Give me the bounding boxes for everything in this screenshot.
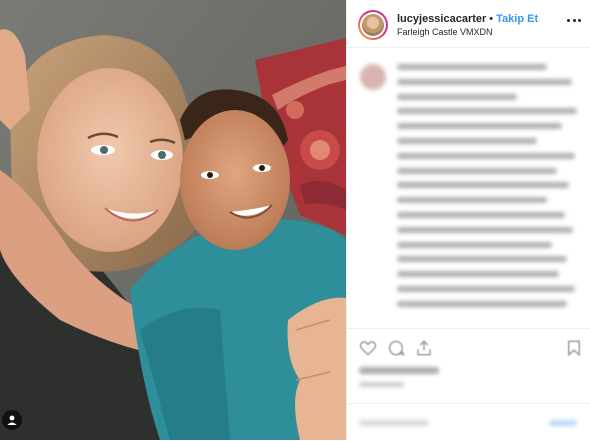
caption-line <box>397 226 573 233</box>
instagram-post-embed: lucyjessicacarter • Takip Et Farleigh Cast… <box>0 0 590 440</box>
author-avatar[interactable] <box>358 10 388 40</box>
author-line: lucyjessicacarter • Takip Et <box>397 13 538 25</box>
post-actions <box>347 328 590 440</box>
caption-line <box>397 78 572 85</box>
caption-line <box>397 152 575 159</box>
caption-line <box>397 300 567 307</box>
add-comment-row <box>347 403 590 441</box>
photo-illustration <box>0 0 346 440</box>
post-location[interactable]: Farleigh Castle VMXDN <box>397 27 493 37</box>
post-header: lucyjessicacarter • Takip Et Farleigh Cast… <box>347 0 590 48</box>
caption-line <box>397 123 562 130</box>
heart-icon[interactable] <box>359 339 377 357</box>
caption-line <box>397 271 559 278</box>
caption-avatar <box>360 64 386 90</box>
caption-line <box>397 211 565 218</box>
user-tag-button[interactable] <box>2 410 22 430</box>
share-icon[interactable] <box>415 339 433 357</box>
caption-line <box>397 285 575 292</box>
post-comment-button-blurred[interactable] <box>549 420 577 426</box>
follow-button[interactable]: Takip Et <box>496 13 538 25</box>
caption-line <box>397 93 517 100</box>
author-username[interactable]: lucyjessicacarter <box>397 13 486 25</box>
caption-blurred <box>347 56 590 326</box>
likes-count-blurred <box>359 367 439 374</box>
caption-line <box>397 197 547 204</box>
post-date-blurred <box>359 382 404 387</box>
bookmark-icon[interactable] <box>565 339 583 357</box>
separator-dot: • <box>489 13 494 25</box>
caption-line <box>397 182 569 189</box>
comment-input-blurred[interactable] <box>359 420 429 426</box>
caption-line <box>397 167 557 174</box>
post-photo[interactable] <box>0 0 346 440</box>
user-tag-icon <box>7 415 17 425</box>
more-options-icon[interactable] <box>567 17 581 23</box>
caption-line <box>397 64 547 70</box>
caption-line <box>397 241 552 248</box>
caption-line <box>397 137 537 144</box>
caption-text-blurred <box>397 64 582 316</box>
comment-icon[interactable] <box>387 339 405 357</box>
caption-line <box>397 108 577 115</box>
caption-line <box>397 256 567 263</box>
post-sidebar: lucyjessicacarter • Takip Et Farleigh Cast… <box>346 0 590 440</box>
